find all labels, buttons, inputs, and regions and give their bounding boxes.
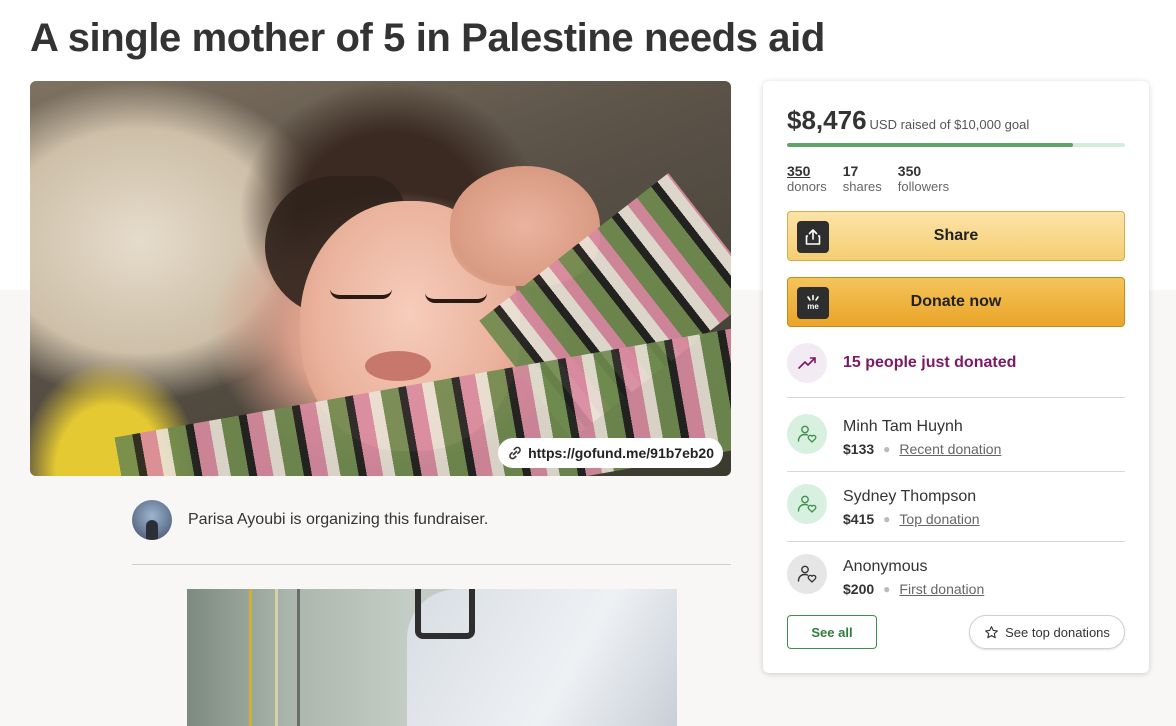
upload-icon <box>797 221 829 253</box>
see-top-donations-label: See top donations <box>1005 624 1110 640</box>
donor-name: Anonymous <box>843 558 928 575</box>
donor-amount: $415 <box>843 511 875 527</box>
hero-image[interactable]: https://gofund.me/91b7eb20 <box>30 81 731 476</box>
star-icon <box>985 625 998 638</box>
donor-amount: $133 <box>843 441 875 457</box>
stat-followers: 350 followers <box>898 163 949 195</box>
stat-followers-label: followers <box>897 179 950 194</box>
donor-amount: $200 <box>843 581 875 597</box>
organizer-text: Parisa Ayoubi is organizing this fundrai… <box>188 511 489 528</box>
donation-type-link[interactable]: Top donation <box>899 509 979 529</box>
donate-now-button[interactable]: me Donate now <box>787 277 1125 327</box>
donor-heart-icon <box>787 554 827 594</box>
trending-up-icon <box>787 343 827 383</box>
separator-dot: ● <box>883 512 891 526</box>
short-url-text: https://gofund.me/91b7eb20 <box>528 445 714 461</box>
stat-shares: 17 shares <box>843 163 882 195</box>
stats-row: 350 donors 17 shares 350 followers <box>787 163 949 195</box>
divider <box>787 471 1125 472</box>
donor-item: Sydney Thompson $415 ● Top donation <box>787 484 980 529</box>
organizer-row: Parisa Ayoubi is organizing this fundrai… <box>132 500 731 565</box>
raised-summary: $8,476 USD raised of $10,000 goal <box>787 105 1029 136</box>
donor-name: Sydney Thompson <box>843 488 977 505</box>
see-top-donations-button[interactable]: See top donations <box>969 615 1125 649</box>
link-icon <box>509 446 521 460</box>
goal-text: USD raised of $10,000 goal <box>869 117 1030 132</box>
stat-donors-label: donors <box>787 179 827 194</box>
donor-heart-icon <box>787 414 827 454</box>
donor-name: Minh Tam Huynh <box>843 418 963 435</box>
donor-item: Minh Tam Huynh $133 ● Recent donation <box>787 414 1001 459</box>
stat-shares-value: 17 <box>842 163 859 179</box>
recent-activity-text: 15 people just donated <box>843 354 1017 371</box>
separator-dot: ● <box>883 582 891 596</box>
donation-type-link[interactable]: Recent donation <box>899 439 1001 459</box>
page-title: A single mother of 5 in Palestine needs … <box>30 16 825 60</box>
divider <box>787 397 1125 398</box>
stat-followers-value: 350 <box>897 163 922 179</box>
separator-dot: ● <box>883 442 891 456</box>
donate-now-label: Donate now <box>910 293 1002 310</box>
donation-type-link[interactable]: First donation <box>899 579 984 599</box>
stat-donors-value: 350 <box>787 163 811 179</box>
organizer-avatar[interactable] <box>132 500 172 540</box>
progress-bar <box>787 143 1125 147</box>
recent-activity: 15 people just donated <box>787 343 1016 383</box>
raised-amount: $8,476 <box>787 105 867 135</box>
see-all-button[interactable]: See all <box>787 615 877 649</box>
donation-card: $8,476 USD raised of $10,000 goal 350 don… <box>763 81 1149 673</box>
donor-item: Anonymous $200 ● First donation <box>787 554 984 599</box>
share-button[interactable]: Share <box>787 211 1125 261</box>
progress-fill <box>787 143 1074 147</box>
stat-shares-label: shares <box>842 179 882 194</box>
share-button-label: Share <box>933 227 979 244</box>
divider <box>787 541 1125 542</box>
story-photo <box>187 589 677 726</box>
stat-donors[interactable]: 350 donors <box>787 163 827 195</box>
short-url-pill[interactable]: https://gofund.me/91b7eb20 <box>498 438 723 468</box>
donor-heart-icon <box>787 484 827 524</box>
gofundme-logo-icon: me <box>797 287 829 319</box>
svg-text:me: me <box>807 302 819 311</box>
